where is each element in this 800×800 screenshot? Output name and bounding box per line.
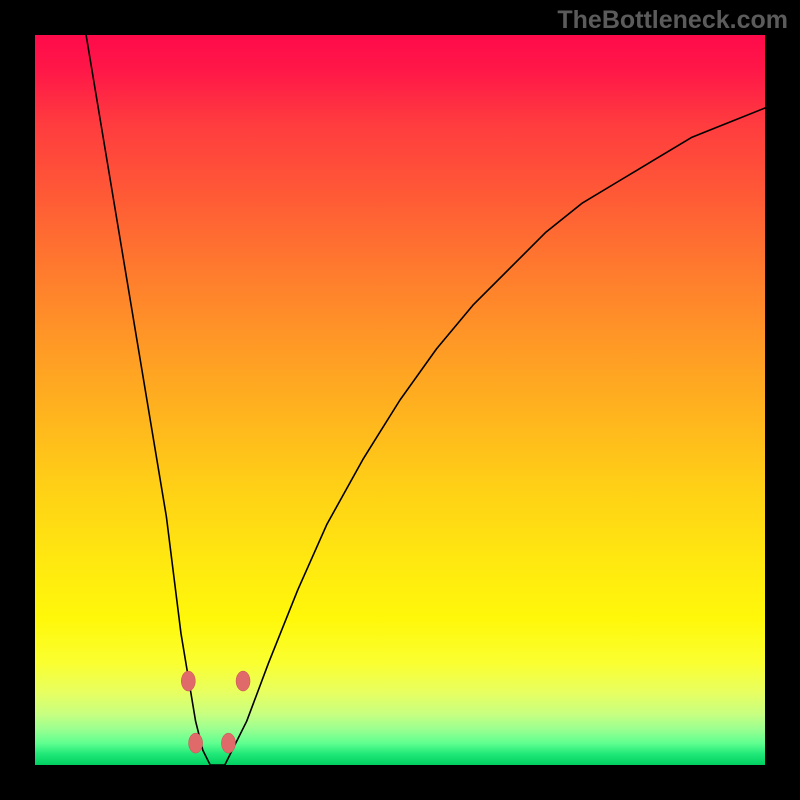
marker-dot-2 xyxy=(221,733,235,753)
plot-area xyxy=(35,35,765,765)
markers-group xyxy=(181,671,250,753)
chart-frame: TheBottleneck.com xyxy=(0,0,800,800)
marker-dot-0 xyxy=(181,671,195,691)
bottleneck-curve xyxy=(86,35,765,765)
marker-dot-1 xyxy=(189,733,203,753)
watermark-text: TheBottleneck.com xyxy=(557,6,788,35)
marker-dot-3 xyxy=(236,671,250,691)
curve-layer xyxy=(35,35,765,765)
